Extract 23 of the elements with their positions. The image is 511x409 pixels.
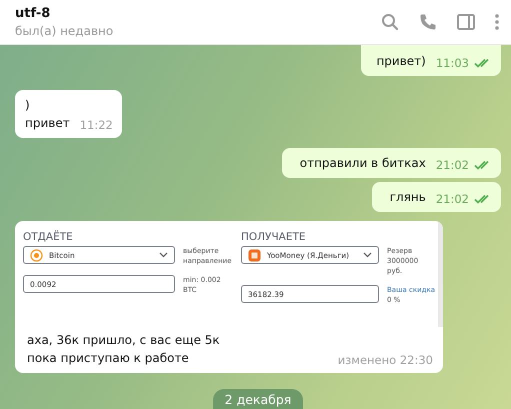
wallet-icon [248,248,261,262]
message-text: глянь [390,189,426,206]
message-text: аха, 36к пришло, с вас еще 5к пока приступаю к работе [27,332,220,367]
last-seen-status: был(а) недавно [15,24,114,38]
search-icon[interactable] [381,13,399,31]
message-time: 11:03 [436,56,469,70]
sidebar-toggle-icon[interactable] [457,14,475,30]
chat-title: utf-8 [15,6,52,21]
message-time: 21:02 [436,192,469,206]
message-text: привет) [376,53,426,70]
message-time: 11:22 [80,118,113,132]
section-label: ПОЛУЧАЕТЕ [241,231,307,243]
message-text: ) привет [25,97,70,132]
chevron-down-icon [363,252,372,258]
message-time: изменено 22:30 [338,353,433,367]
more-icon[interactable] [495,14,499,30]
coin-icon [30,248,43,262]
message-time: 21:02 [436,158,469,172]
message-text: отправили в битках [300,155,426,172]
phone-icon[interactable] [419,13,437,31]
chevron-down-icon [159,252,168,258]
section-label: ОТДАЁТЕ [23,231,74,243]
date-badge: 2 декабря [212,389,304,409]
